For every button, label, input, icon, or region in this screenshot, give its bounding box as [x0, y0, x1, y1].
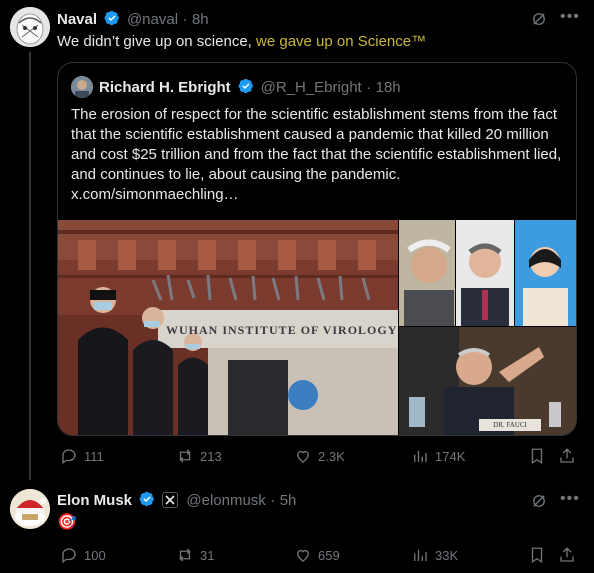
reply-count: 100 — [84, 547, 106, 563]
separator-dot: · — [366, 79, 372, 96]
verified-badge-icon — [140, 491, 155, 507]
wuhan-institute-image[interactable]: WUHAN INSTITUTE OF VIROLOGY — [58, 220, 398, 435]
tweet1-handle[interactable]: @naval — [127, 11, 178, 28]
tweet2-time[interactable]: 5h — [280, 492, 297, 509]
portrait-image-1[interactable] — [399, 220, 455, 326]
grok-icon[interactable] — [530, 492, 548, 515]
repost-icon — [179, 548, 191, 562]
views-button[interactable]: 33K — [411, 546, 458, 564]
verified-badge-icon — [105, 10, 120, 26]
tweet2-text: 🎯 — [57, 514, 77, 531]
tweet2-header: Elon Musk @elonmusk · 5h — [57, 491, 296, 510]
naval-avatar[interactable] — [10, 7, 50, 47]
repost-button[interactable]: 31 — [176, 546, 214, 564]
separator-dot: · — [270, 492, 276, 509]
quote-time[interactable]: 18h — [376, 79, 401, 96]
repost-icon — [179, 449, 191, 463]
reply-icon — [62, 449, 76, 465]
quote-handle[interactable]: @R_H_Ebright — [261, 79, 362, 96]
ebright-avatar[interactable] — [71, 76, 93, 98]
repost-count: 31 — [200, 547, 215, 563]
thread-line — [29, 52, 31, 480]
repost-count: 213 — [200, 448, 222, 464]
verified-badge-icon — [238, 78, 253, 94]
views-button[interactable]: 174K — [411, 447, 465, 465]
views-icon — [414, 450, 427, 462]
reply-icon — [62, 548, 76, 564]
quote-header: Richard H. Ebright @R_H_Ebright · 18h — [99, 78, 401, 97]
reply-button[interactable]: 111 — [60, 447, 104, 465]
elonmusk-avatar[interactable] — [10, 489, 50, 529]
reply-count: 111 — [84, 448, 104, 464]
tweet2-handle[interactable]: @elonmusk — [186, 492, 265, 509]
tweet1-header: Naval @naval · 8h — [57, 10, 209, 29]
tweet1-text-highlight: we gave up on Science™ — [256, 33, 427, 50]
grok-icon[interactable] — [530, 10, 548, 33]
portrait-image-3[interactable] — [515, 220, 576, 326]
like-count: 2.3K — [318, 448, 345, 464]
tweet1-author-name[interactable]: Naval — [57, 11, 97, 28]
quote-author-name[interactable]: Richard H. Ebright — [99, 79, 231, 96]
views-icon — [414, 549, 427, 561]
like-count: 659 — [318, 547, 340, 563]
share-icon[interactable] — [558, 546, 576, 569]
quote-text: The erosion of respect for the scientifi… — [71, 106, 562, 203]
like-button[interactable]: 659 — [294, 546, 340, 564]
bookmark-icon[interactable] — [528, 546, 546, 569]
like-button[interactable]: 2.3K — [294, 447, 345, 465]
separator-dot: · — [182, 11, 188, 28]
tweet1-text-plain: We didn’t give up on science, — [57, 33, 257, 50]
more-options-icon[interactable]: ••• — [560, 8, 580, 26]
views-count: 33K — [435, 547, 459, 563]
views-count: 174K — [435, 448, 466, 464]
repost-button[interactable]: 213 — [176, 447, 222, 465]
share-icon[interactable] — [558, 447, 576, 470]
heart-icon — [297, 549, 309, 562]
more-options-icon[interactable]: ••• — [560, 490, 580, 508]
tweet1-time[interactable]: 8h — [192, 11, 209, 28]
bookmark-icon[interactable] — [528, 447, 546, 470]
building-sign-text: WUHAN INSTITUTE OF VIROLOGY — [166, 323, 398, 337]
tweet2-author-name[interactable]: Elon Musk — [57, 492, 132, 509]
fauci-image[interactable]: DR. FAUCI — [399, 327, 576, 435]
heart-icon — [297, 450, 309, 463]
quoted-tweet-card[interactable]: Richard H. Ebright @R_H_Ebright · 18h Th… — [57, 62, 577, 436]
reply-button[interactable]: 100 — [60, 546, 106, 564]
fauci-nameplate: DR. FAUCI — [479, 419, 541, 431]
portrait-image-2[interactable] — [456, 220, 514, 326]
tweet1-text: We didn’t give up on science, we gave up… — [57, 32, 426, 52]
x-affiliate-badge-icon — [161, 492, 178, 508]
